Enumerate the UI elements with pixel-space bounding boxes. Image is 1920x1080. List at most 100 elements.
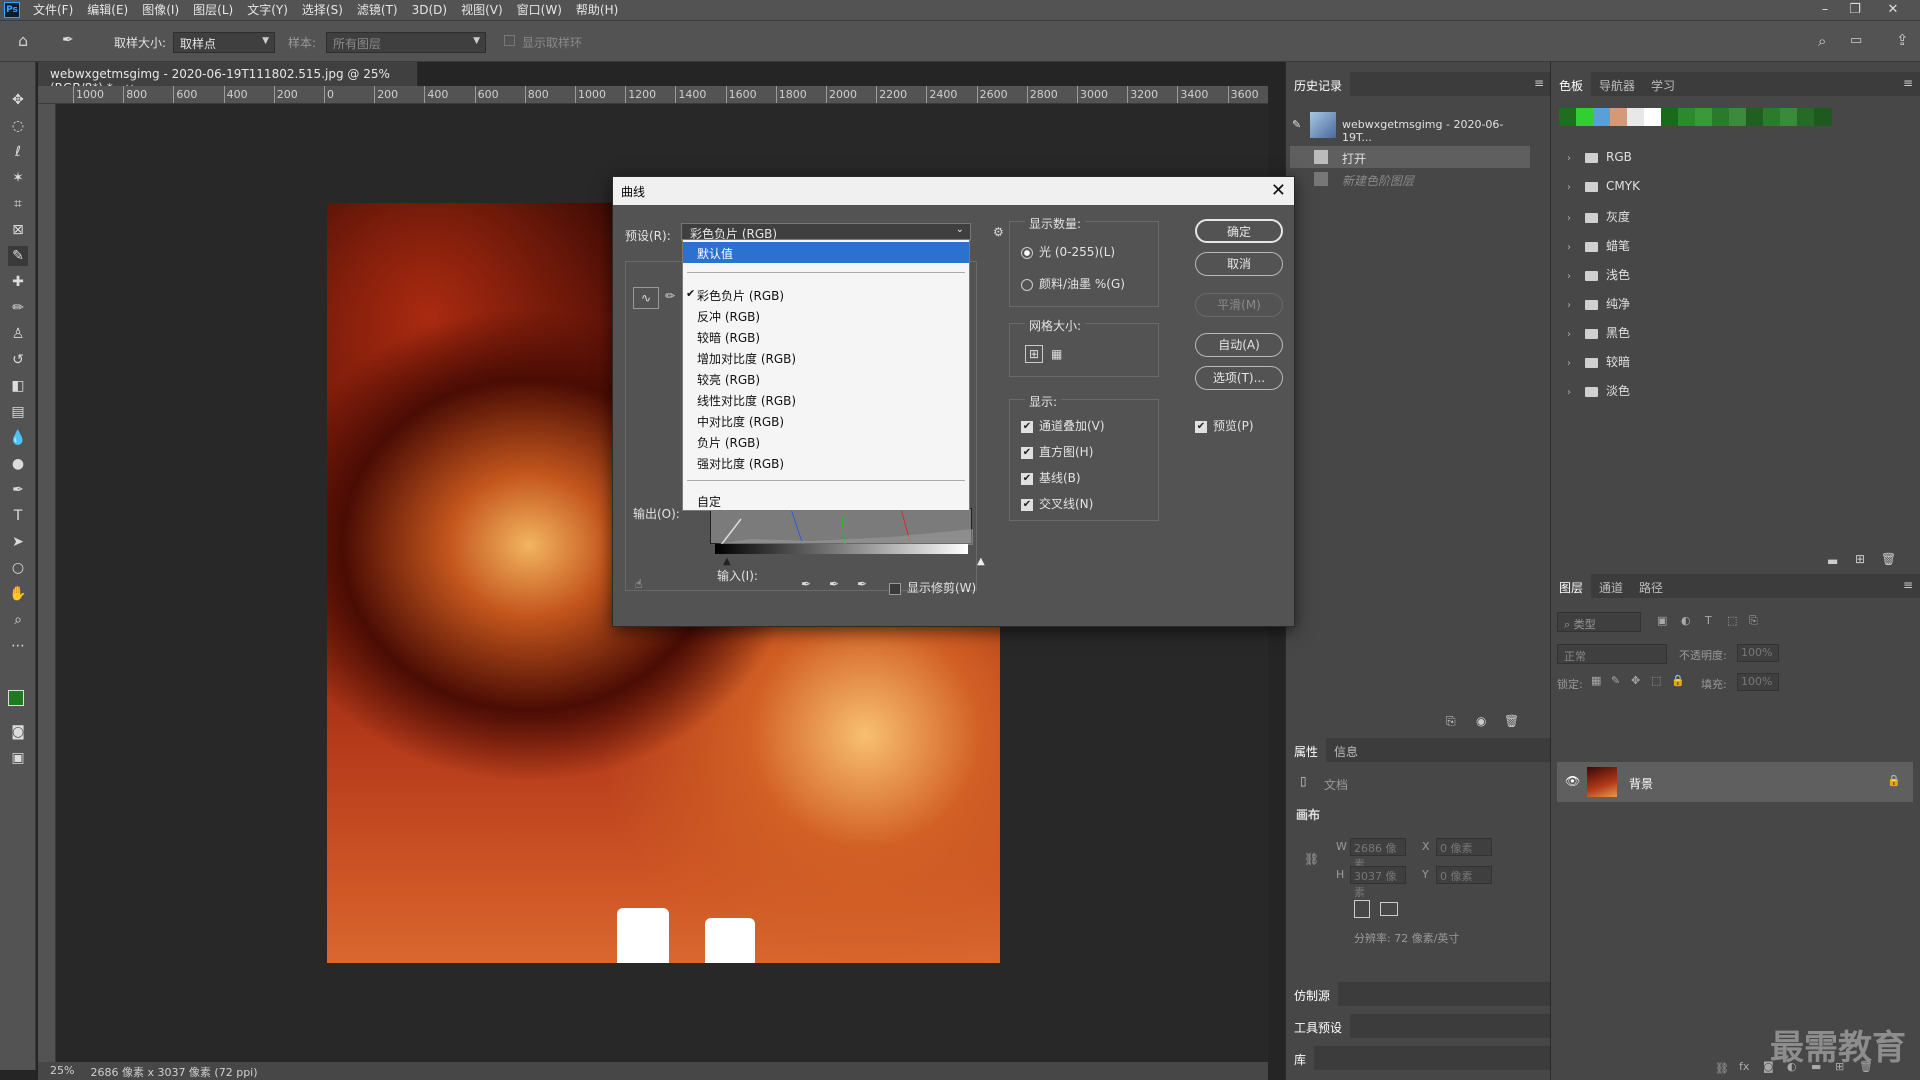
layer-name[interactable]: 背景 — [1629, 775, 1653, 792]
menu-type[interactable]: 文字(Y) — [240, 0, 295, 20]
color-swatch[interactable] — [1576, 108, 1594, 126]
dodge-tool-icon[interactable]: ● — [8, 454, 28, 474]
opacity-field[interactable]: 100% — [1737, 644, 1779, 662]
tab-clone-source[interactable]: 仿制源 — [1286, 982, 1339, 1006]
swatch-group[interactable]: › CMYK — [1567, 179, 1867, 199]
color-swatch[interactable] — [1797, 108, 1815, 126]
folder-icon[interactable]: ▬ — [1827, 554, 1838, 568]
filter-pixel-icon[interactable]: ▣ — [1657, 614, 1667, 627]
lock-transparent-icon[interactable]: ▦ — [1591, 674, 1601, 687]
eyedropper-tool-icon[interactable]: ✎ — [8, 246, 28, 266]
zoom-level[interactable]: 25% — [50, 1064, 74, 1078]
library-panel[interactable]: 库 — [1286, 1046, 1550, 1070]
tab-navigator[interactable]: 导航器 — [1591, 72, 1643, 96]
swatch-group[interactable]: › 蜡笔 — [1567, 237, 1867, 257]
menu-edit[interactable]: 编辑(E) — [80, 0, 135, 20]
menu-3d[interactable]: 3D(D) — [405, 0, 454, 20]
preset-option[interactable]: 较亮 (RGB) — [683, 368, 969, 389]
color-swatch[interactable] — [1593, 108, 1611, 126]
trash-icon[interactable]: 🗑 — [1881, 552, 1896, 566]
tab-swatches[interactable]: 色板 — [1551, 72, 1592, 96]
hand-adjust-icon[interactable]: ☝ — [635, 577, 642, 591]
move-tool-icon[interactable]: ✥ — [8, 90, 28, 110]
visibility-eye-icon[interactable]: 👁 — [1565, 774, 1580, 788]
trash-icon[interactable]: 🗑 — [1504, 714, 1519, 728]
layer-filter-select[interactable]: ⌕ 类型 — [1557, 612, 1641, 632]
tab-paths[interactable]: 路径 — [1631, 574, 1671, 598]
menu-file[interactable]: 文件(F) — [26, 0, 80, 20]
preset-option[interactable]: 负片 (RGB) — [683, 431, 969, 452]
gray-point-eyedropper-icon[interactable]: ✒ — [829, 577, 839, 591]
tab-tool-presets[interactable]: 工具预设 — [1286, 1014, 1351, 1038]
black-point-eyedropper-icon[interactable]: ✒ — [801, 577, 811, 591]
preset-option[interactable]: 中对比度 (RGB) — [683, 410, 969, 431]
curve-edit-icon[interactable]: ∿ — [633, 287, 659, 309]
link-icon[interactable]: ⛓ — [1304, 852, 1319, 866]
pencil-icon[interactable]: ✏ — [665, 289, 675, 303]
color-swatch[interactable] — [1644, 108, 1662, 126]
menu-filter[interactable]: 滤镜(T) — [350, 0, 405, 20]
preview-checkbox[interactable]: ✔ 预览(P) — [1195, 417, 1254, 434]
foreground-color-swatch[interactable] — [8, 690, 24, 706]
swatch-group[interactable]: › 淡色 — [1567, 382, 1867, 402]
more-tools-icon[interactable]: ⋯ — [8, 636, 28, 656]
white-point-eyedropper-icon[interactable]: ✒ — [857, 577, 867, 591]
minimize-icon[interactable]: – — [1812, 0, 1838, 20]
tab-layers[interactable]: 图层 — [1551, 574, 1592, 598]
close-window-icon[interactable]: ✕ — [1880, 0, 1906, 20]
histogram-checkbox[interactable]: ✔ 直方图(H) — [1021, 443, 1093, 460]
swatch-group[interactable]: › 浅色 — [1567, 266, 1867, 286]
menu-window[interactable]: 窗口(W) — [510, 0, 569, 20]
auto-button[interactable]: 自动(A) — [1195, 333, 1283, 357]
link-layers-icon[interactable]: ⛓ — [1715, 1062, 1729, 1075]
path-select-icon[interactable]: ➤ — [8, 532, 28, 552]
marquee-tool-icon[interactable]: ◌ — [8, 116, 28, 136]
lock-artboard-icon[interactable]: ⬚ — [1651, 674, 1661, 687]
new-document-icon[interactable]: ⎘ — [1446, 714, 1456, 729]
history-step[interactable]: 新建色阶图层 — [1290, 168, 1530, 190]
lock-pixels-icon[interactable]: ✎ — [1611, 674, 1620, 687]
share-icon[interactable]: ⇪ — [1896, 31, 1909, 49]
color-swatch[interactable] — [1695, 108, 1713, 126]
history-step[interactable]: 打开 — [1290, 146, 1530, 168]
panel-menu-icon[interactable]: ≡ — [1903, 578, 1913, 592]
pigment-radio[interactable]: 颜料/油墨 %(G) — [1021, 275, 1125, 292]
show-ring-checkbox[interactable] — [504, 35, 515, 46]
hand-tool-icon[interactable]: ✋ — [8, 584, 28, 604]
light-radio[interactable]: 光 (0-255)(L) — [1021, 243, 1115, 260]
preset-option[interactable]: 线性对比度 (RGB) — [683, 389, 969, 410]
sample-size-select[interactable]: 取样点 ▼ — [173, 32, 275, 53]
tab-history[interactable]: 历史记录 — [1286, 72, 1351, 96]
simple-grid-icon[interactable]: ⊞ — [1025, 345, 1043, 363]
swatch-group[interactable]: › 较暗 — [1567, 353, 1867, 373]
camera-icon[interactable]: ◉ — [1476, 714, 1486, 728]
frame-tool-icon[interactable]: ⊠ — [8, 220, 28, 240]
stamp-tool-icon[interactable]: ♙ — [8, 324, 28, 344]
blend-mode-select[interactable]: 正常 — [1557, 644, 1667, 664]
white-slider-handle[interactable]: ▲ — [977, 556, 985, 567]
menu-view[interactable]: 视图(V) — [454, 0, 510, 20]
filter-smart-icon[interactable]: ⎘ — [1749, 614, 1758, 628]
history-brush-icon[interactable]: ↺ — [8, 350, 28, 370]
pen-tool-icon[interactable]: ✒ — [8, 480, 28, 500]
type-tool-icon[interactable]: T — [8, 506, 28, 526]
blur-tool-icon[interactable]: 💧 — [8, 428, 28, 448]
workspace-icon[interactable]: ▭ — [1850, 33, 1862, 48]
color-swatch[interactable] — [1559, 108, 1577, 126]
swatch-group[interactable]: › 黑色 — [1567, 324, 1867, 344]
lock-all-icon[interactable]: 🔒 — [1671, 674, 1685, 687]
gear-icon[interactable]: ⚙ — [993, 225, 1004, 239]
landscape-icon[interactable] — [1380, 902, 1398, 916]
filter-adjustment-icon[interactable]: ◐ — [1681, 614, 1691, 627]
healing-tool-icon[interactable]: ✚ — [8, 272, 28, 292]
y-field[interactable]: 0 像素 — [1436, 866, 1492, 884]
restore-icon[interactable]: ❐ — [1842, 0, 1868, 20]
preset-option[interactable]: 反冲 (RGB) — [683, 305, 969, 326]
tab-learn[interactable]: 学习 — [1643, 72, 1683, 96]
preset-option[interactable]: 较暗 (RGB) — [683, 326, 969, 347]
swatch-group[interactable]: › 纯净 — [1567, 295, 1867, 315]
swatch-group[interactable]: › RGB — [1567, 150, 1867, 170]
channel-overlay-checkbox[interactable]: ✔ 通道叠加(V) — [1021, 417, 1105, 434]
menu-select[interactable]: 选择(S) — [295, 0, 350, 20]
screen-mode-icon[interactable]: ▣ — [8, 748, 28, 768]
